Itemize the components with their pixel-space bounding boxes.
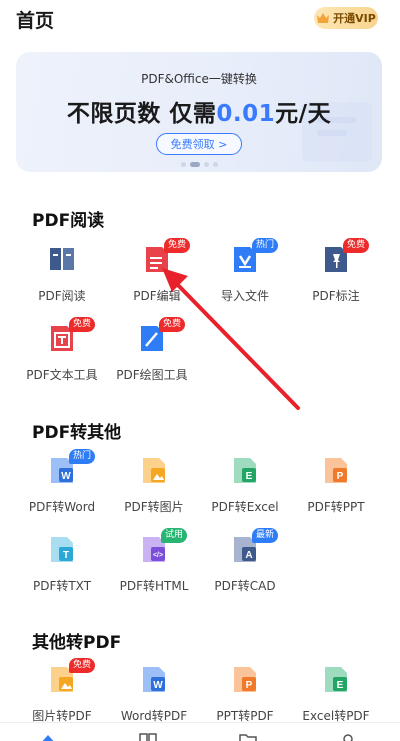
- tool-label: PDF转Excel: [211, 500, 279, 514]
- carousel-dot-active: [189, 162, 200, 167]
- carousel-dot: [203, 162, 209, 167]
- svg-text:W: W: [61, 471, 71, 482]
- banner-headline-suffix: 元/天: [275, 101, 332, 127]
- tool-label: PDF文本工具: [26, 368, 98, 382]
- home-tab-icon[interactable]: [38, 730, 58, 741]
- tool-label: PDF转图片: [124, 500, 184, 514]
- tool-label: PDF转TXT: [32, 579, 92, 593]
- ppt-icon: P: [325, 458, 347, 483]
- tool-pdf-read[interactable]: PDF阅读: [17, 244, 107, 314]
- section-title-other-to-pdf: 其他转PDF: [32, 633, 122, 653]
- promo-banner[interactable]: PDF&Office一键转换 不限页数 仅需0.01元/天 免费领取 >: [16, 52, 382, 172]
- hot-badge: 热门: [252, 238, 279, 253]
- tool-pdf-to-txt[interactable]: T PDF转TXT: [17, 534, 107, 604]
- tool-label: PDF阅读: [38, 289, 86, 303]
- tool-label: PDF转HTML: [119, 579, 189, 593]
- banner-subtitle: PDF&Office一键转换: [141, 72, 257, 86]
- excel-to-pdf-icon: E: [325, 667, 347, 692]
- txt-icon: T: [51, 537, 73, 562]
- free-badge: 免费: [69, 317, 96, 332]
- tool-label: PDF转PPT: [307, 500, 365, 514]
- profile-tab-icon[interactable]: [338, 730, 358, 741]
- free-badge: 免费: [343, 238, 370, 253]
- carousel-dot: [212, 162, 218, 167]
- tool-label: PDF绘图工具: [116, 368, 188, 382]
- tool-pdf-to-cad[interactable]: A 最新 PDF转CAD: [200, 528, 290, 604]
- ppt-to-pdf-icon: P: [234, 667, 256, 692]
- word-to-pdf-icon: W: [143, 667, 165, 692]
- open-vip-button[interactable]: 开通VIP: [314, 7, 378, 29]
- trial-badge: 试用: [161, 528, 188, 543]
- tool-pdf-to-word[interactable]: W 热门 PDF转Word: [17, 449, 107, 525]
- svg-text:E: E: [337, 680, 344, 691]
- apps-tab-icon[interactable]: [138, 730, 158, 741]
- tool-pdf-to-image[interactable]: PDF转图片: [109, 455, 199, 525]
- excel-icon: E: [234, 458, 256, 483]
- crown-icon: [317, 13, 330, 23]
- bottom-tab-bar: [0, 722, 400, 741]
- folder-tab-icon[interactable]: [238, 730, 258, 741]
- tool-label: PDF转Word: [28, 500, 96, 514]
- tool-pdf-to-excel[interactable]: E PDF转Excel: [200, 455, 290, 525]
- page-title: 首页: [16, 10, 55, 32]
- tool-import-file[interactable]: 热门 导入文件: [200, 238, 290, 314]
- banner-headline: 不限页数 仅需0.01元/天: [16, 94, 382, 128]
- book-icon: [50, 248, 74, 270]
- carousel-dot: [180, 162, 186, 167]
- svg-text:P: P: [337, 471, 344, 482]
- svg-text:P: P: [246, 680, 253, 691]
- free-claim-button[interactable]: 免费领取 >: [156, 133, 242, 155]
- app-header: 首页 开通VIP: [0, 0, 400, 36]
- section-title-pdf-read: PDF阅读: [32, 211, 105, 231]
- tool-pdf-annotate[interactable]: 免费 PDF标注: [291, 238, 381, 314]
- tool-pdf-draw[interactable]: 免费 PDF绘图工具: [107, 317, 197, 393]
- tool-label: PDF标注: [312, 289, 360, 303]
- free-badge: 免费: [159, 317, 186, 332]
- svg-text:E: E: [246, 471, 253, 482]
- banner-headline-prefix: 不限页数 仅需: [66, 101, 217, 127]
- section-title-pdf-to-other: PDF转其他: [32, 423, 122, 443]
- svg-text:W: W: [153, 680, 163, 691]
- tool-pdf-text[interactable]: 免费 PDF文本工具: [17, 317, 107, 393]
- tool-pdf-to-html[interactable]: </> 试用 PDF转HTML: [109, 528, 199, 604]
- free-badge: 免费: [69, 658, 96, 673]
- new-badge: 最新: [252, 528, 279, 543]
- vip-label: 开通VIP: [333, 12, 376, 25]
- carousel-indicator: [16, 162, 382, 167]
- tool-pdf-to-ppt[interactable]: P PDF转PPT: [291, 455, 381, 525]
- hot-badge: 热门: [69, 449, 96, 464]
- tool-label: PDF转CAD: [214, 579, 276, 593]
- tool-label: PDF编辑: [133, 289, 181, 303]
- tool-label: 导入文件: [220, 289, 269, 303]
- svg-text:</>: </>: [153, 552, 163, 559]
- svg-text:A: A: [245, 550, 252, 561]
- image-icon: [143, 458, 165, 483]
- banner-price: 0.01: [216, 101, 276, 127]
- svg-text:T: T: [63, 550, 69, 561]
- tool-pdf-edit[interactable]: 免费 PDF编辑: [112, 238, 202, 314]
- free-badge: 免费: [164, 238, 191, 253]
